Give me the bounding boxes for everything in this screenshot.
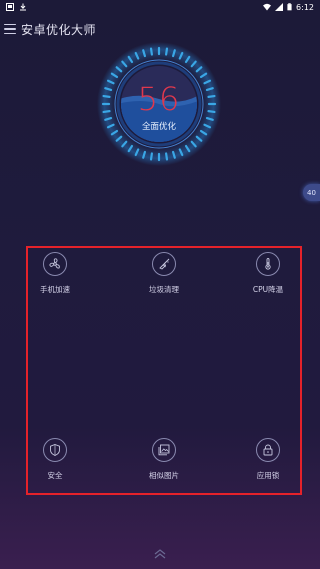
battery-icon (287, 3, 292, 11)
tool-label: 安全 (47, 471, 63, 480)
chevron-up-icon[interactable] (152, 548, 168, 560)
image-icon (152, 438, 176, 462)
tool-label: 垃圾清理 (149, 285, 179, 294)
broom-icon (152, 252, 176, 276)
tool-label: 相似图片 (149, 471, 179, 480)
gauge-tick (149, 152, 153, 161)
tool-similar-photos[interactable]: 相似图片 (129, 438, 199, 498)
status-left (6, 3, 27, 11)
tool-label: 应用锁 (256, 471, 280, 480)
tool-label: 手机加速 (40, 285, 70, 294)
health-score: 56 (137, 80, 181, 118)
notification-icon (6, 3, 14, 11)
floating-bubble-value: 40 (307, 188, 316, 197)
gauge-tick (165, 47, 169, 56)
status-bar: 6:12 (0, 0, 320, 14)
floating-memory-bubble[interactable]: 40 (303, 184, 320, 201)
hamburger-menu-icon[interactable] (4, 24, 16, 34)
gauge-tick (165, 152, 169, 161)
status-time: 6:12 (296, 2, 314, 12)
optimize-all-label: 全面优化 (141, 122, 176, 132)
tool-label: CPU降温 (252, 285, 284, 294)
signal-icon (275, 3, 284, 11)
thermometer-icon (256, 252, 280, 276)
lock-icon (256, 438, 280, 462)
tool-junk-clean[interactable]: 垃圾清理 (129, 252, 199, 312)
gauge-tick (149, 47, 153, 56)
status-right: 6:12 (263, 3, 314, 12)
fan-icon (43, 252, 67, 276)
app-header: 安卓优化大师 (0, 18, 320, 40)
tool-security[interactable]: 安全 (20, 438, 90, 498)
shield-icon (43, 438, 67, 462)
tool-app-lock[interactable]: 应用锁 (233, 438, 303, 498)
tool-phone-boost[interactable]: 手机加速 (20, 252, 90, 312)
tool-cpu-cooler[interactable]: CPU降温 (233, 252, 303, 312)
wifi-icon (263, 3, 272, 11)
download-icon (20, 3, 26, 11)
app-title: 安卓优化大师 (21, 22, 97, 37)
tools-panel: 手机加速 垃圾清理 CPU降温 安全 相似图片 应用锁 (26, 246, 302, 495)
optimize-gauge-button[interactable]: 56 全面优化 (97, 42, 221, 166)
